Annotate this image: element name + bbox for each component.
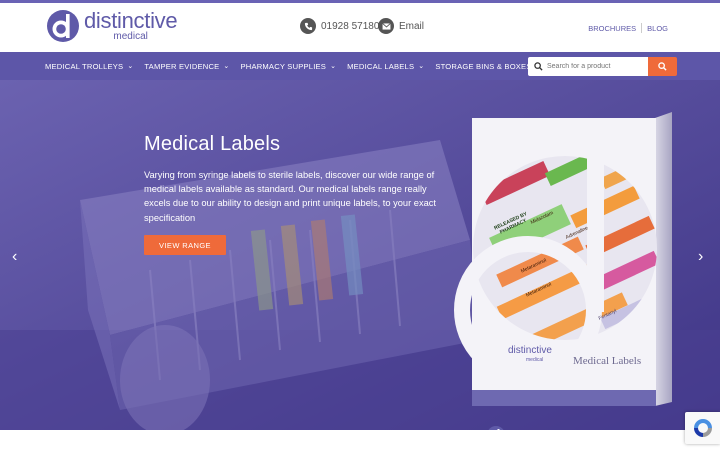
- search-button[interactable]: [648, 57, 677, 76]
- nav-item-medical-trolleys[interactable]: MEDICAL TROLLEYS ⌄: [45, 62, 133, 71]
- nav-item-label: TAMPER EVIDENCE: [144, 61, 220, 71]
- hero-description: Varying from syringe labels to sterile l…: [144, 170, 436, 223]
- site-logo[interactable]: distinctive medical: [46, 8, 178, 43]
- logo-sub: medical: [113, 31, 148, 42]
- phone-icon: [300, 18, 316, 34]
- nav-item-medical-labels[interactable]: MEDICAL LABELS ⌄: [347, 62, 424, 71]
- logo-d-icon: [47, 10, 79, 42]
- view-range-button[interactable]: VIEW RANGE: [144, 235, 226, 255]
- email-contact[interactable]: Email: [378, 18, 424, 34]
- search-input[interactable]: [547, 63, 647, 70]
- envelope-icon: [378, 18, 394, 34]
- nav-item-storage-bins[interactable]: STORAGE BINS & BOXES⌄: [435, 62, 541, 71]
- product-search: [528, 57, 677, 76]
- blog-link[interactable]: BLOG: [647, 24, 668, 33]
- brochure-book-image: [454, 112, 672, 430]
- chevron-down-icon: ⌄: [330, 63, 337, 70]
- nav-item-pharmacy-supplies[interactable]: PHARMACY SUPPLIES ⌄: [241, 62, 337, 71]
- page-content-start: [0, 430, 720, 450]
- search-icon: [658, 62, 667, 71]
- search-icon: [534, 62, 543, 71]
- nav-item-tamper-evidence[interactable]: TAMPER EVIDENCE ⌄: [144, 62, 229, 71]
- top-links: BROCHURES BLOG: [588, 23, 668, 33]
- nav-item-label: PHARMACY SUPPLIES: [240, 61, 327, 71]
- search-box: [528, 57, 648, 76]
- book-brand-name: distinctive: [508, 345, 552, 356]
- logo-name: distinctive: [84, 8, 178, 33]
- site-header: distinctive medical 01928 571801 Email B…: [0, 3, 720, 52]
- email-link: Email: [399, 20, 425, 32]
- phone-number: 01928 571801: [321, 20, 385, 32]
- recaptcha-badge[interactable]: [685, 412, 720, 444]
- brochures-link[interactable]: BROCHURES: [588, 24, 636, 33]
- chevron-down-icon: ⌄: [418, 63, 425, 70]
- hero-slider: distinctive medical Medical Labels RELEA…: [0, 80, 720, 430]
- slider-next-arrow-icon[interactable]: ›: [698, 248, 703, 266]
- slider-prev-arrow-icon[interactable]: ‹: [12, 248, 17, 266]
- hero-background-image: [0, 80, 720, 430]
- phone-contact[interactable]: 01928 571801: [300, 18, 385, 34]
- hero-title: Medical Labels: [144, 133, 281, 155]
- recaptcha-icon: [693, 419, 712, 437]
- book-brand-sub: medical: [526, 357, 544, 363]
- nav-item-label: STORAGE BINS & BOXES: [435, 61, 532, 71]
- nav-item-label: MEDICAL LABELS: [347, 61, 415, 71]
- chevron-down-icon: ⌄: [127, 63, 134, 70]
- nav-item-label: MEDICAL TROLLEYS: [45, 61, 124, 71]
- chevron-down-icon: ⌄: [223, 63, 230, 70]
- top-links-divider: [641, 23, 643, 33]
- book-title: Medical Labels: [573, 355, 642, 367]
